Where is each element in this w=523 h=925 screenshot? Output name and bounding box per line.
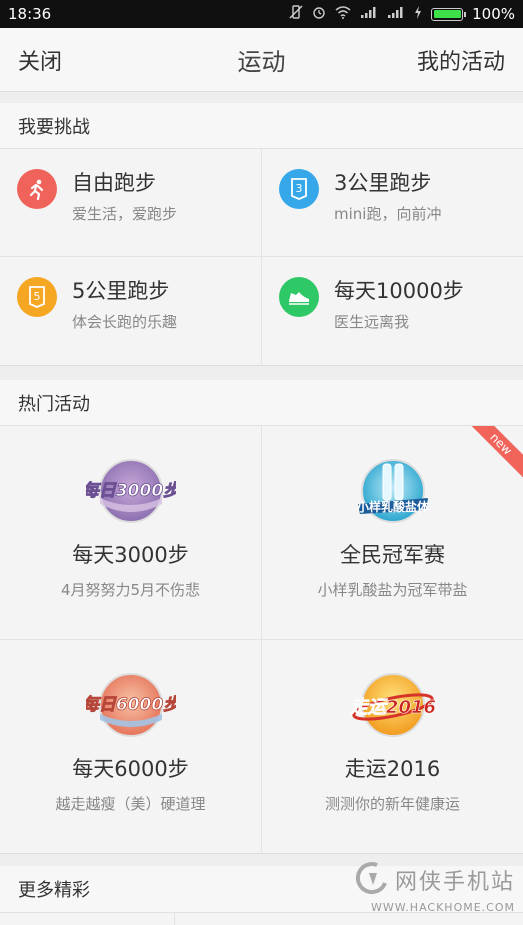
close-button[interactable]: 关闭 [18, 44, 62, 76]
battery-percent: 100% [472, 5, 515, 23]
new-ribbon: new [463, 426, 523, 486]
challenge-subtitle: 爱生活，爱跑步 [72, 205, 178, 223]
section-header-hot: 热门活动 [0, 380, 523, 426]
runner-icon [17, 169, 57, 209]
hot-subtitle: 测测你的新年健康运 [324, 795, 460, 813]
charging-icon [414, 5, 422, 23]
hot-title: 每天6000步 [72, 757, 189, 781]
wifi-icon [335, 5, 351, 23]
watermark-logo-icon [355, 861, 389, 899]
status-time: 18:36 [8, 5, 52, 23]
status-icons: 100% [289, 5, 515, 23]
challenge-item-3km[interactable]: 3 3公里跑步 mini跑，向前冲 [262, 149, 523, 257]
hot-subtitle: 越走越瘦（美）硬道理 [55, 795, 206, 813]
bottles-badge-icon: 小样乳酸盐体 [356, 459, 429, 523]
badge-2016-icon: 走运2016 [348, 673, 436, 737]
hot-item-3000-steps[interactable]: 每日3000步 每天3000步 4月努努力5月不伤悲 [0, 426, 262, 640]
challenge-item-5km[interactable]: 5 5公里跑步 体会长跑的乐趣 [0, 257, 262, 366]
badge-3000-icon: 每日3000步 [86, 459, 176, 523]
battery-icon [431, 7, 467, 21]
badge-3-icon: 3 [279, 169, 319, 209]
challenge-subtitle: 医生远离我 [334, 313, 410, 331]
svg-text:5: 5 [34, 290, 41, 303]
signal-2-icon [387, 6, 405, 22]
new-ribbon-label: new [463, 426, 523, 486]
my-activities-button[interactable]: 我的活动 [417, 44, 505, 76]
hot-title: 走运2016 [344, 757, 441, 781]
challenge-item-free-run[interactable]: 自由跑步 爱生活，爱跑步 [0, 149, 262, 257]
challenge-title: 3公里跑步 [334, 171, 432, 195]
hot-item-champion[interactable]: new 小样乳酸盐体 全民冠军赛 小样乳酸盐为冠军带盐 [262, 426, 523, 640]
challenge-title: 5公里跑步 [72, 279, 170, 303]
hot-item-6000-steps[interactable]: 每日6000步 每天6000步 越走越瘦（美）硬道理 [0, 640, 262, 854]
badge-5-icon: 5 [17, 277, 57, 317]
hot-grid: 每日3000步 每天3000步 4月努努力5月不伤悲 new 小样乳酸盐体 全民… [0, 426, 523, 854]
nav-bar: 关闭 运动 我的活动 [0, 28, 523, 92]
section-header-challenge: 我要挑战 [0, 103, 523, 149]
alarm-icon [312, 5, 326, 23]
challenge-title: 自由跑步 [72, 171, 156, 195]
hot-subtitle: 小样乳酸盐为冠军带盐 [317, 581, 468, 599]
shoe-icon [279, 277, 319, 317]
svg-text:3: 3 [296, 182, 303, 195]
challenge-grid: 自由跑步 爱生活，爱跑步 3 3公里跑步 mini跑，向前冲 5 5公里跑步 体… [0, 149, 523, 366]
battery-fill [433, 10, 461, 18]
watermark-url: WWW.HACKHOME.COM [370, 901, 515, 914]
watermark-text: 网侠手机站 [394, 870, 515, 895]
status-bar: 18:36 100% [0, 0, 523, 28]
vibrate-off-icon [289, 5, 303, 23]
svg-text:每日3000步: 每日3000步 [86, 481, 176, 501]
hot-subtitle: 4月努努力5月不伤悲 [60, 581, 201, 599]
challenge-item-10000-steps[interactable]: 每天10000步 医生远离我 [262, 257, 523, 366]
signal-1-icon [360, 6, 378, 22]
svg-text:走运2016: 走运2016 [348, 697, 435, 718]
svg-text:小样乳酸盐体: 小样乳酸盐体 [356, 499, 429, 514]
badge-6000-icon: 每日6000步 [86, 673, 176, 737]
watermark: 网侠手机站 WWW.HACKHOME.COM [340, 861, 515, 921]
hot-title: 全民冠军赛 [340, 543, 445, 567]
challenge-subtitle: mini跑，向前冲 [334, 205, 442, 223]
hot-title: 每天3000步 [72, 543, 189, 567]
challenge-subtitle: 体会长跑的乐趣 [72, 313, 178, 331]
hot-item-luck-2016[interactable]: 走运2016 走运2016 测测你的新年健康运 [262, 640, 523, 854]
svg-text:每日6000步: 每日6000步 [86, 695, 176, 715]
challenge-title: 每天10000步 [334, 279, 464, 303]
more-divider [174, 913, 175, 925]
